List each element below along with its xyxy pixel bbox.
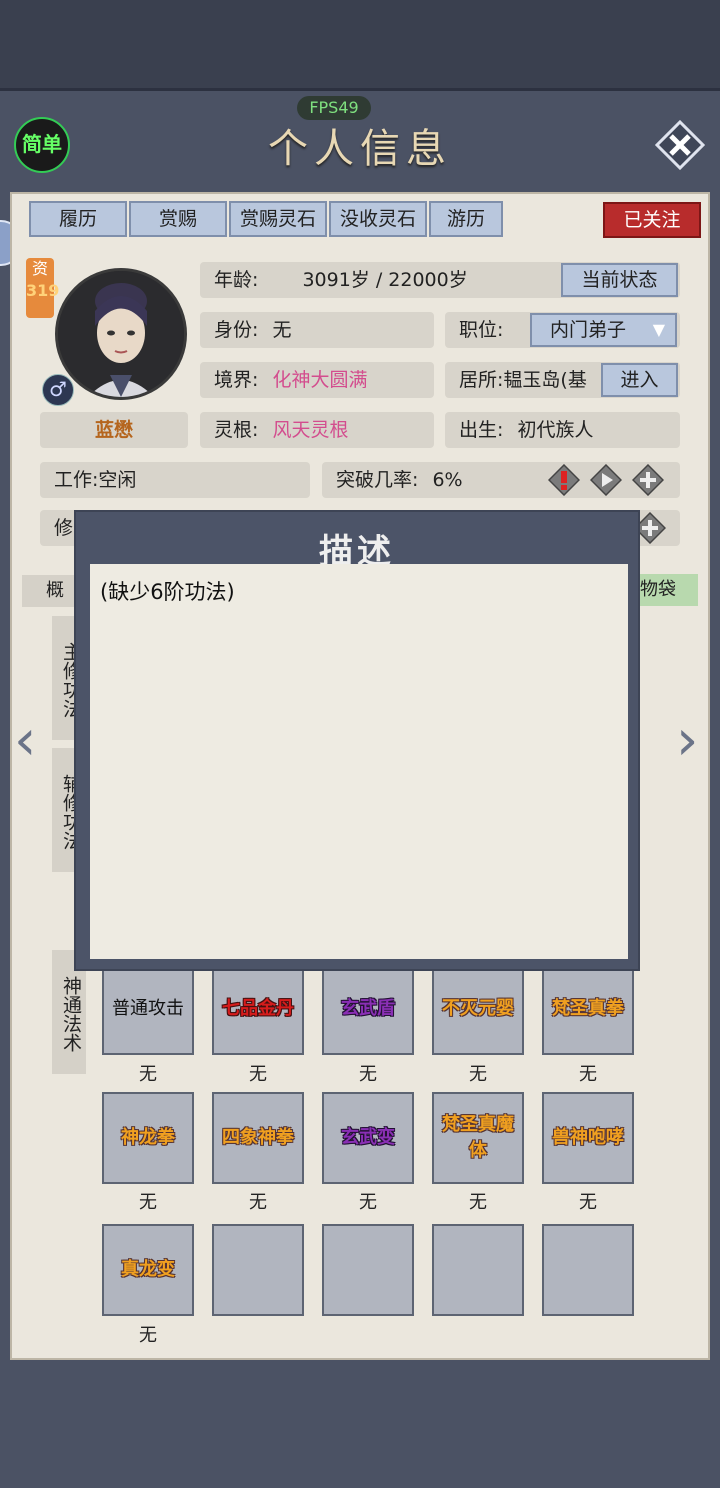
avatar[interactable] <box>55 268 187 400</box>
residence-label: 居所: <box>459 369 504 391</box>
skill-name: 玄武盾 <box>341 998 395 1019</box>
tab-overview[interactable]: 概 <box>22 575 74 607</box>
skill-name: 普通攻击 <box>112 998 184 1019</box>
skill-slot[interactable]: 不灭元婴 <box>432 963 524 1055</box>
tab-storage-bag[interactable]: 物袋 <box>640 574 698 606</box>
warning-icon[interactable] <box>548 464 580 496</box>
skill-name: 神龙拳 <box>121 1127 175 1148</box>
skill-slot[interactable]: 玄武变 <box>322 1092 414 1184</box>
resource-label: 资 <box>31 259 48 278</box>
work-field: 工作:空闲 <box>40 462 310 498</box>
skill-name: 七品金丹 <box>222 998 294 1019</box>
breakthrough-field: 突破几率: 6% <box>322 462 680 498</box>
breakthrough-value: 6% <box>432 469 463 491</box>
age-label: 年龄: <box>214 269 259 291</box>
portrait-image <box>58 271 184 397</box>
enter-residence-button[interactable]: 进入 <box>601 363 678 397</box>
skill-name: 梵圣真魔体 <box>442 1114 514 1161</box>
chevron-left-icon[interactable]: ‹ <box>14 708 36 773</box>
skill-caption: 无 <box>469 1064 487 1085</box>
skill-name: 真龙变 <box>121 1259 175 1280</box>
page-title: 个人信息 <box>268 126 452 172</box>
spirit-root-value: 风天灵根 <box>272 419 349 441</box>
follow-button[interactable]: 已关注 <box>603 202 701 238</box>
gender-male-icon: ♂ <box>42 374 74 406</box>
close-icon <box>654 119 706 171</box>
position-label: 职位: <box>459 319 504 341</box>
modal-description-text: (缺少6阶功法) <box>100 580 235 604</box>
skill-caption: 无 <box>139 1064 157 1085</box>
skill-slot[interactable]: 梵圣真魔体 <box>432 1092 524 1184</box>
skill-caption: 无 <box>359 1064 377 1085</box>
resource-value: 319 <box>26 281 60 300</box>
empty-skill-slot[interactable] <box>542 1224 634 1316</box>
birth-field: 出生: 初代族人 <box>445 412 680 448</box>
breakthrough-label: 突破几率: <box>336 469 419 491</box>
simple-mode-button[interactable]: 简单 <box>14 117 70 173</box>
position-select[interactable]: 内门弟子 ▼ <box>530 313 677 347</box>
birth-label: 出生: <box>459 419 504 441</box>
tab-history[interactable]: 履历 <box>29 201 127 237</box>
skill-slot[interactable]: 四象神拳 <box>212 1092 304 1184</box>
top-bar <box>0 0 720 88</box>
skill-caption: 无 <box>579 1064 597 1085</box>
skill-caption: 无 <box>139 1192 157 1213</box>
realm-value: 化神大圆满 <box>272 369 368 391</box>
empty-skill-slot[interactable] <box>212 1224 304 1316</box>
tab-reward-stones[interactable]: 赏赐灵石 <box>229 201 327 237</box>
skill-name: 不灭元婴 <box>442 998 514 1019</box>
chevron-right-icon[interactable]: › <box>676 708 698 773</box>
tab-travel[interactable]: 游历 <box>429 201 503 237</box>
identity-label: 身份: <box>214 319 259 341</box>
residence-value: 韫玉岛(基 <box>503 369 587 391</box>
skill-slot[interactable]: 神龙拳 <box>102 1092 194 1184</box>
skill-caption: 无 <box>359 1192 377 1213</box>
plus-icon[interactable] <box>632 464 664 496</box>
resource-badge: 资 319 <box>26 258 59 318</box>
description-modal[interactable]: 描述 (缺少6阶功法) <box>74 510 640 971</box>
empty-skill-slot[interactable] <box>322 1224 414 1316</box>
skill-caption: 无 <box>249 1064 267 1085</box>
skill-slot[interactable]: 七品金丹 <box>212 963 304 1055</box>
work-label: 工作: <box>54 469 99 491</box>
empty-skill-slot[interactable] <box>432 1224 524 1316</box>
skill-caption: 无 <box>469 1192 487 1213</box>
identity-field: 身份: 无 <box>200 312 434 348</box>
skill-slot[interactable]: 真龙变 <box>102 1224 194 1316</box>
skill-caption: 无 <box>249 1192 267 1213</box>
identity-value: 无 <box>272 319 292 341</box>
age-value: 3091岁 / 22000岁 <box>302 269 468 291</box>
close-button[interactable] <box>654 119 706 171</box>
skill-name: 梵圣真拳 <box>552 998 624 1019</box>
work-value: 空闲 <box>98 469 137 491</box>
skill-slot[interactable]: 玄武盾 <box>322 963 414 1055</box>
birth-value: 初代族人 <box>517 419 594 441</box>
play-icon[interactable] <box>590 464 622 496</box>
modal-body: (缺少6阶功法) <box>90 564 628 959</box>
tab-confiscate-stones[interactable]: 没收灵石 <box>329 201 427 237</box>
skill-name: 兽神咆哮 <box>552 1127 624 1148</box>
spirit-root-field: 灵根: 风天灵根 <box>200 412 434 448</box>
skill-name: 玄武变 <box>341 1127 395 1148</box>
tab-storage-bag-label: 物袋 <box>640 579 676 600</box>
realm-label: 境界: <box>214 369 259 391</box>
current-status-button[interactable]: 当前状态 <box>561 263 678 297</box>
skill-slot[interactable]: 梵圣真拳 <box>542 963 634 1055</box>
spirit-root-label: 灵根: <box>214 419 259 441</box>
realm-field: 境界: 化神大圆满 <box>200 362 434 398</box>
skill-name: 四象神拳 <box>222 1127 294 1148</box>
skill-caption: 无 <box>139 1325 157 1346</box>
cultivation-label: 修 <box>54 517 74 539</box>
position-value: 内门弟子 <box>550 319 627 341</box>
skill-slot[interactable]: 兽神咆哮 <box>542 1092 634 1184</box>
skill-slot[interactable]: 普通攻击 <box>102 963 194 1055</box>
character-name: 蓝懋 <box>40 412 188 448</box>
chevron-down-icon: ▼ <box>652 320 665 339</box>
skill-caption: 无 <box>579 1192 597 1213</box>
tab-reward[interactable]: 赏赐 <box>129 201 227 237</box>
